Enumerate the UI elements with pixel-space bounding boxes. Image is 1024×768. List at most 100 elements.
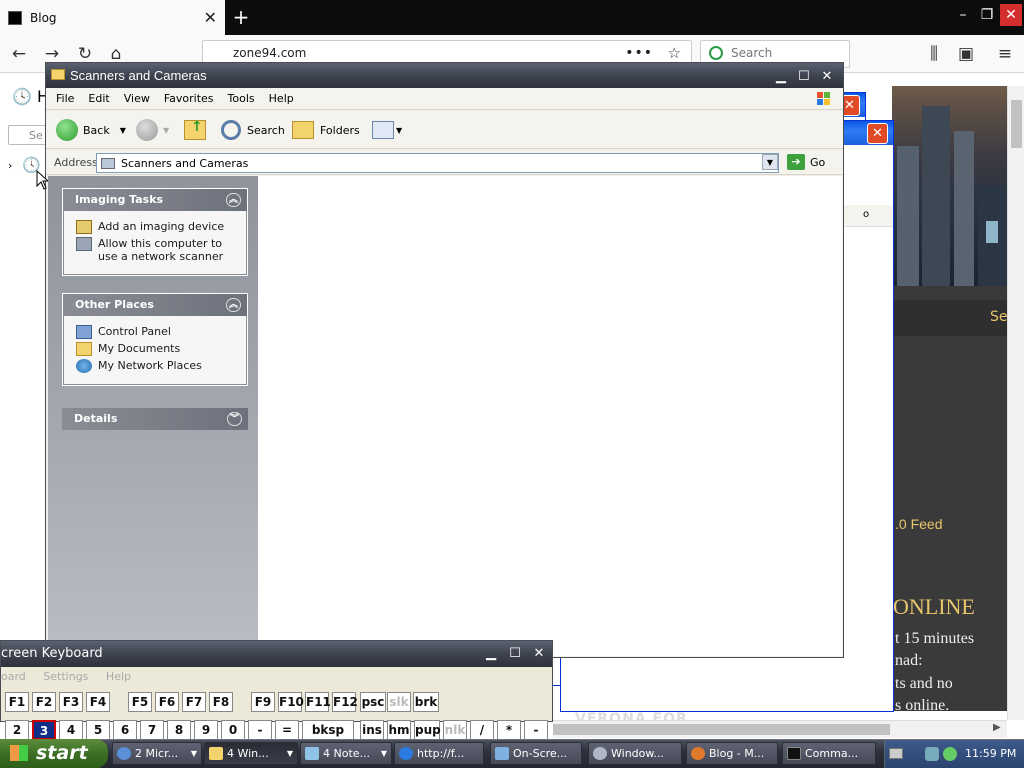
browser-minimize-button[interactable]: – (952, 4, 974, 26)
key-numlock[interactable]: nlk (443, 720, 467, 740)
library-icon[interactable]: ⫼ (924, 44, 944, 64)
bookmark-star-icon[interactable]: ☆ (668, 44, 681, 62)
key-subtract[interactable]: - (524, 720, 548, 740)
key-f10[interactable]: F10 (278, 692, 304, 712)
browser-restore-button[interactable]: ❐ (976, 4, 998, 26)
back-dropdown-icon[interactable]: ▼ (120, 126, 126, 135)
key-pageup[interactable]: pup (414, 720, 441, 740)
up-folder-button[interactable]: ↑ (184, 119, 206, 141)
key-5[interactable]: 5 (86, 720, 110, 740)
window-titlebar[interactable]: Scanners and Cameras ▁ ☐ ✕ (46, 63, 843, 88)
key-f12[interactable]: F12 (332, 692, 358, 712)
key-f1[interactable]: F1 (5, 692, 29, 712)
folder-content-area[interactable] (258, 176, 842, 656)
key-insert[interactable]: ins (360, 720, 384, 740)
page-search-link[interactable]: Se (990, 309, 1008, 325)
add-imaging-device-link[interactable]: Add an imaging device (76, 220, 238, 234)
key-f11[interactable]: F11 (305, 692, 331, 712)
menu-file[interactable]: File (56, 92, 74, 105)
osk-menu-keyboard[interactable]: oard (1, 670, 26, 683)
key-minus[interactable]: - (248, 720, 272, 740)
key-home[interactable]: hm (387, 720, 411, 740)
menu-hamburger-icon[interactable]: ≡ (995, 44, 1015, 64)
minimize-button[interactable]: ▁ (771, 66, 791, 85)
key-9[interactable]: 9 (194, 720, 218, 740)
key-f4[interactable]: F4 (86, 692, 110, 712)
page-feed-link[interactable]: .0 Feed (895, 516, 942, 532)
browser-reload-icon[interactable]: ↻ (75, 44, 95, 64)
osk-titlebar[interactable]: creen Keyboard ▁ ☐ ✕ (1, 641, 552, 667)
search-button[interactable]: Search (221, 119, 285, 141)
browser-back-icon[interactable]: ← (9, 44, 29, 64)
folders-button[interactable]: Folders (292, 119, 360, 141)
on-screen-keyboard-window[interactable]: creen Keyboard ▁ ☐ ✕ oard Settings Help … (0, 640, 553, 740)
key-f2[interactable]: F2 (32, 692, 56, 712)
key-f9[interactable]: F9 (251, 692, 275, 712)
key-f5[interactable]: F5 (128, 692, 152, 712)
key-brk[interactable]: brk (413, 692, 439, 712)
address-input[interactable]: Scanners and Cameras (96, 153, 779, 173)
taskbar-item-firefox[interactable]: Blog - M... (686, 742, 778, 765)
key-7[interactable]: 7 (140, 720, 164, 740)
my-documents-link[interactable]: My Documents (76, 342, 238, 356)
browser-home-icon[interactable]: ⌂ (106, 44, 126, 64)
taskbar-item-window[interactable]: Window... (588, 742, 682, 765)
keyboard-tray-icon[interactable] (889, 748, 903, 759)
back-button[interactable]: Back ▼ (56, 119, 126, 141)
page-actions-icon[interactable]: ••• (625, 45, 653, 61)
browser-close-button[interactable]: ✕ (1000, 4, 1022, 26)
page-horizontal-scrollbar[interactable]: ▶ (553, 720, 1007, 738)
collapse-chevron-icon[interactable]: ︽ (226, 193, 241, 207)
network-scanner-link[interactable]: Allow this computer to use a network sca… (76, 237, 238, 263)
maximize-button[interactable]: ☐ (794, 66, 814, 85)
collapse-chevron-icon[interactable]: ︽ (226, 298, 241, 312)
key-6[interactable]: 6 (113, 720, 137, 740)
key-f6[interactable]: F6 (155, 692, 179, 712)
control-panel-link[interactable]: Control Panel (76, 325, 238, 339)
network-tray-icon[interactable] (925, 747, 939, 761)
system-clock[interactable]: 11:59 PM (965, 740, 1016, 768)
osk-maximize-button[interactable]: ☐ (505, 644, 525, 663)
taskbar-item-cmd[interactable]: Comma... (782, 742, 876, 765)
menu-view[interactable]: View (124, 92, 150, 105)
tree-expand-icon[interactable]: › (8, 159, 12, 172)
h-scroll-thumb[interactable] (553, 724, 890, 735)
page-vertical-scrollbar[interactable] (1007, 86, 1024, 720)
scroll-thumb[interactable] (1011, 100, 1022, 148)
key-multiply[interactable]: * (497, 720, 521, 740)
sidebar-search-input[interactable]: Se (8, 125, 48, 145)
menu-help[interactable]: Help (269, 92, 294, 105)
key-divide[interactable]: / (470, 720, 494, 740)
key-4[interactable]: 4 (59, 720, 83, 740)
forward-button[interactable]: ▼ (136, 119, 169, 141)
key-backspace[interactable]: bksp (302, 720, 354, 740)
browser-tab-blog[interactable]: Blog ✕ (0, 0, 225, 35)
scanners-cameras-window[interactable]: Scanners and Cameras ▁ ☐ ✕ File Edit Vie… (45, 62, 844, 658)
other-places-header[interactable]: Other Places ︽ (63, 294, 247, 316)
key-3[interactable]: 3 (32, 720, 56, 740)
key-f3[interactable]: F3 (59, 692, 83, 712)
safely-remove-tray-icon[interactable] (943, 747, 957, 761)
background-window-1-close-icon[interactable]: ✕ (867, 123, 888, 144)
address-dropdown-icon[interactable]: ▼ (762, 154, 778, 170)
tab-close-icon[interactable]: ✕ (204, 8, 217, 27)
menu-edit[interactable]: Edit (88, 92, 109, 105)
osk-menu-help[interactable]: Help (106, 670, 131, 683)
key-0[interactable]: 0 (221, 720, 245, 740)
taskbar-item-explorer[interactable]: 4 Win... ▼ (204, 742, 298, 765)
osk-close-button[interactable]: ✕ (529, 644, 549, 663)
new-tab-button[interactable]: + (230, 2, 252, 32)
start-button[interactable]: start (0, 739, 108, 768)
scroll-right-icon[interactable]: ▶ (993, 722, 1001, 733)
key-f8[interactable]: F8 (209, 692, 233, 712)
key-8[interactable]: 8 (167, 720, 191, 740)
views-dropdown-icon[interactable]: ▼ (396, 126, 402, 135)
browser-forward-icon[interactable]: → (42, 44, 62, 64)
sidebar-toggle-icon[interactable]: ▣ (956, 44, 976, 64)
osk-minimize-button[interactable]: ▁ (481, 644, 501, 663)
expand-chevron-icon[interactable]: ︾ (227, 412, 242, 426)
taskbar-item-help[interactable]: 2 Micr... ▼ (112, 742, 202, 765)
taskbar-item-osk[interactable]: On-Scre... (490, 742, 582, 765)
taskbar-item-notepad[interactable]: 4 Note... ▼ (300, 742, 392, 765)
go-button[interactable]: ➔ Go (787, 154, 825, 170)
